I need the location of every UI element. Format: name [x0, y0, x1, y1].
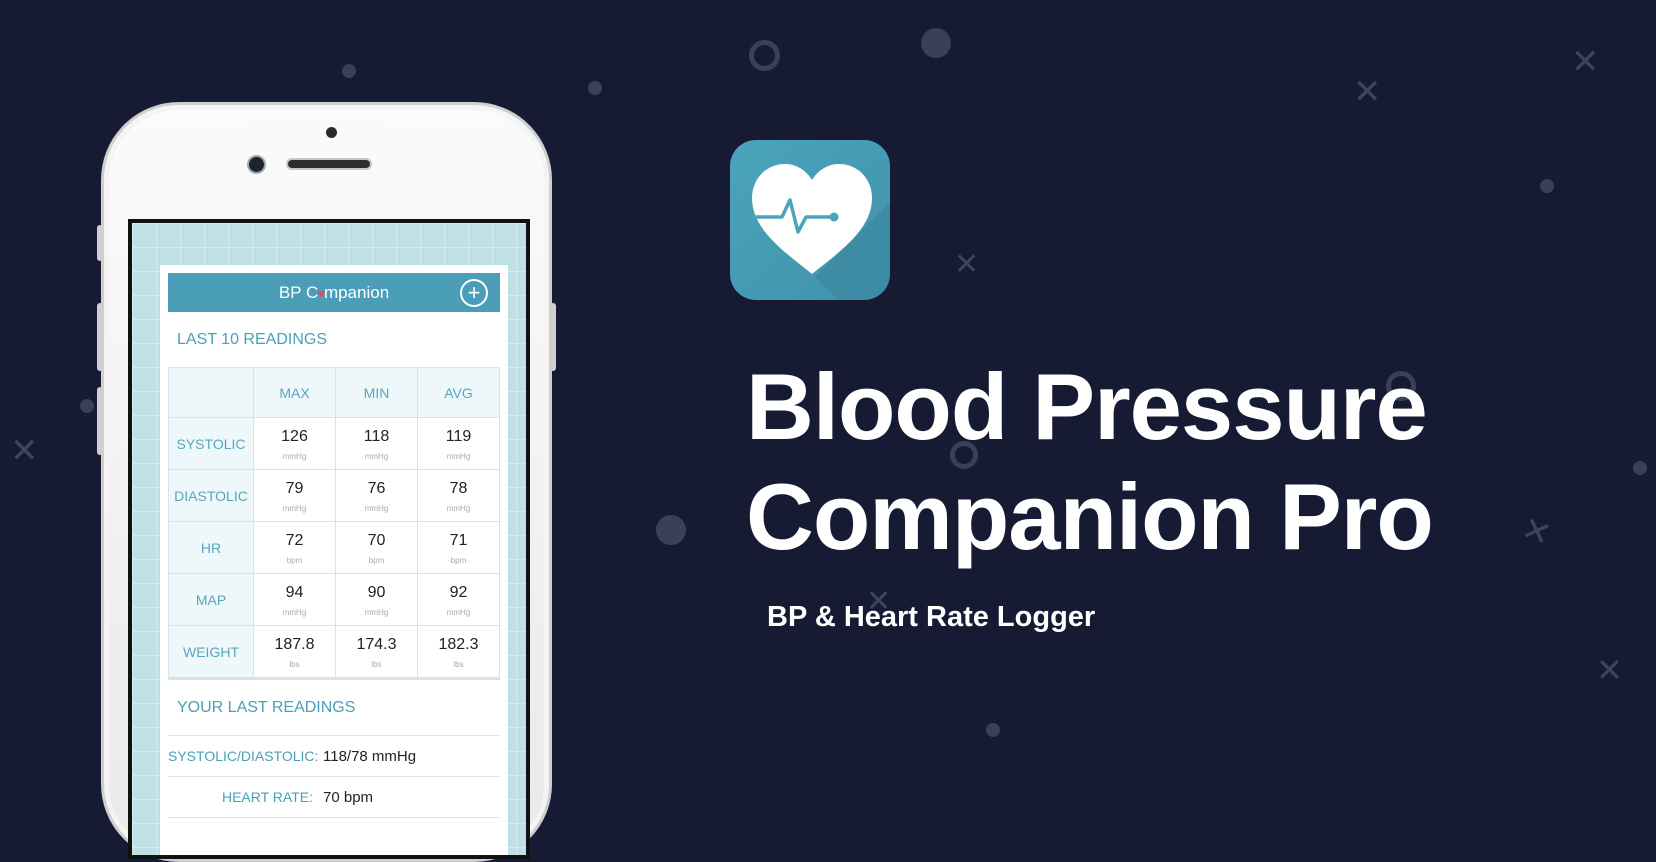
- add-reading-button[interactable]: +: [460, 279, 488, 307]
- stat-cell: 174.3 lbs: [335, 625, 418, 678]
- table-row: MAP 94 mmHg 90 mmHg 92 mmHg: [168, 573, 500, 626]
- table-row: WEIGHT 187.8 lbs 174.3 lbs 182.3 lbs: [168, 625, 500, 678]
- decor-dot: [1633, 461, 1647, 475]
- stats-column-header: AVG: [417, 367, 500, 418]
- heart-pulse-icon: [730, 140, 890, 300]
- app-subtitle: BP & Heart Rate Logger: [767, 601, 1096, 633]
- table-row: SYSTOLIC 126 mmHg 118 mmHg 119 mmHg: [168, 417, 500, 470]
- phone-sensor: [326, 127, 337, 138]
- app-header-title: BP C♥mpanion: [278, 282, 390, 302]
- reading-label: SYSTOLIC/DIASTOLIC:: [168, 748, 319, 764]
- stats-corner-cell: [168, 367, 254, 418]
- table-row: HR 72 bpm 70 bpm 71 bpm: [168, 521, 500, 574]
- stat-cell: 90 mmHg: [335, 573, 418, 626]
- decor-cross: ✕: [954, 247, 980, 282]
- stat-cell: 76 mmHg: [335, 469, 418, 522]
- app-card: BP C♥mpanion + LAST 10 READINGS MAX MIN …: [160, 265, 508, 855]
- table-row: DIASTOLIC 79 mmHg 76 mmHg 78 mmHg: [168, 469, 500, 522]
- decor-cross: ✕: [10, 431, 39, 471]
- app-background: BP C♥mpanion + LAST 10 READINGS MAX MIN …: [132, 223, 526, 855]
- phone-front-camera: [249, 157, 264, 172]
- row-label: HR: [168, 521, 254, 574]
- decor-dot: [342, 64, 356, 78]
- stat-cell: 94 mmHg: [253, 573, 336, 626]
- app-title-line-1: Blood Pressure: [746, 354, 1428, 459]
- stats-column-header: MAX: [253, 367, 336, 418]
- list-item: SYSTOLIC/DIASTOLIC: 118/78 mmHg: [168, 735, 500, 776]
- stat-cell: 78 mmHg: [417, 469, 500, 522]
- stats-table: MAX MIN AVG SYSTOLIC 126 mmHg 118 mmHg 119…: [168, 367, 500, 678]
- row-label: WEIGHT: [168, 625, 254, 678]
- stats-column-header: MIN: [335, 367, 418, 418]
- stat-cell: 126 mmHg: [253, 417, 336, 470]
- row-label: SYSTOLIC: [168, 417, 254, 470]
- last-10-readings-title: LAST 10 READINGS: [177, 331, 327, 348]
- plus-icon: +: [467, 280, 481, 305]
- reading-value: 118/78 mmHg: [323, 747, 417, 765]
- phone-speaker: [288, 160, 370, 168]
- your-last-readings-title: YOUR LAST READINGS: [168, 678, 500, 735]
- decor-dot: [80, 399, 94, 413]
- list-item: HEART RATE: 70 bpm: [168, 776, 500, 817]
- decor-ring: [749, 40, 780, 71]
- decor-cross: ✕: [1596, 651, 1623, 689]
- decor-cross: ✕: [1571, 42, 1600, 82]
- phone-volume-down-button: [97, 387, 103, 455]
- decor-dot: [1540, 179, 1554, 193]
- decor-cross: ✕: [1516, 508, 1557, 556]
- stat-cell: 187.8 lbs: [253, 625, 336, 678]
- stat-cell: 71 bpm: [417, 521, 500, 574]
- app-header: BP C♥mpanion +: [168, 273, 500, 312]
- stat-cell: 70 bpm: [335, 521, 418, 574]
- stat-cell: 92 mmHg: [417, 573, 500, 626]
- decor-dot: [588, 81, 602, 95]
- phone-power-button: [550, 303, 556, 371]
- phone-volume-up-button: [97, 303, 103, 371]
- app-title-line-2: Companion Pro: [746, 464, 1434, 569]
- stat-cell: 118 mmHg: [335, 417, 418, 470]
- phone-mockup: BP C♥mpanion + LAST 10 READINGS MAX MIN …: [97, 102, 556, 862]
- list-item: [168, 817, 500, 855]
- decor-dot: [986, 723, 1000, 737]
- heart-pulse-graphic: [750, 164, 890, 300]
- phone-silent-switch: [97, 225, 103, 261]
- decor-dot: [656, 515, 686, 545]
- reading-label: HEART RATE:: [221, 789, 313, 805]
- app-title: Blood Pressure Companion Pro: [746, 352, 1466, 572]
- decor-cross: ✕: [1353, 72, 1382, 112]
- reading-value: 70 bpm: [323, 788, 374, 806]
- pulse-dot: [829, 212, 839, 222]
- stat-cell: 79 mmHg: [253, 469, 336, 522]
- row-label: DIASTOLIC: [168, 469, 254, 522]
- stat-cell: 119 mmHg: [417, 417, 500, 470]
- row-label: MAP: [168, 573, 254, 626]
- stat-cell: 182.3 lbs: [417, 625, 500, 678]
- stat-cell: 72 bpm: [253, 521, 336, 574]
- phone-screen: BP C♥mpanion + LAST 10 READINGS MAX MIN …: [128, 219, 530, 859]
- decor-dot: [921, 28, 951, 58]
